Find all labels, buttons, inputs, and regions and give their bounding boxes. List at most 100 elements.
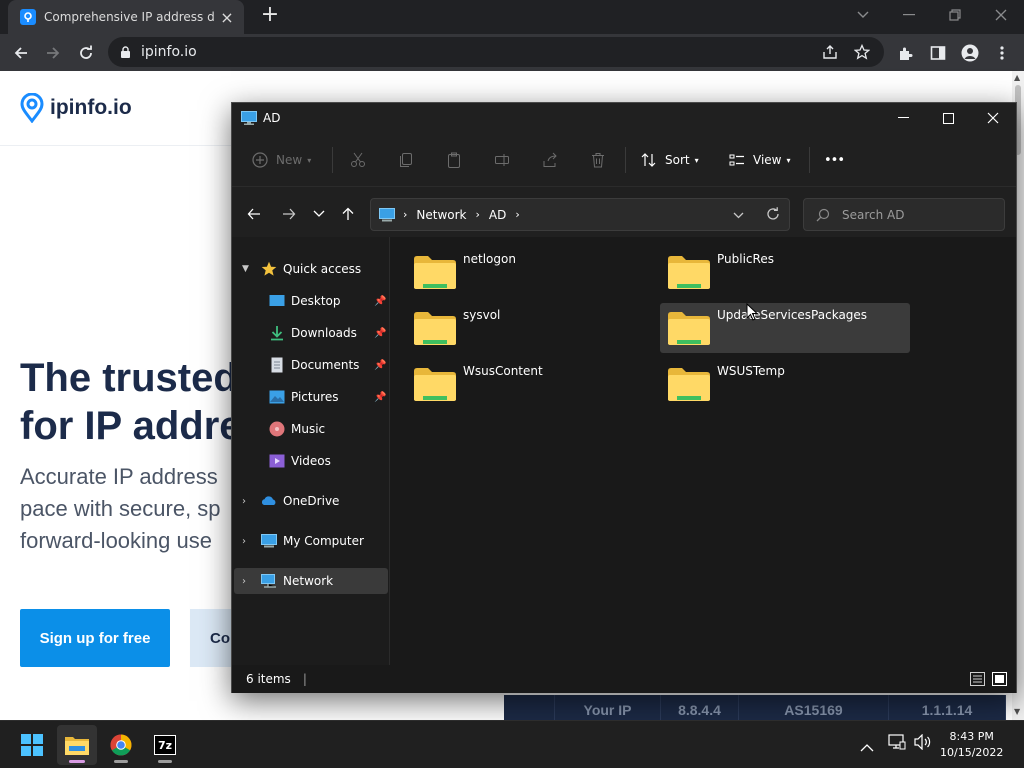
new-label: New bbox=[276, 153, 303, 167]
explorer-search-box[interactable]: Search AD bbox=[803, 198, 1005, 231]
music-icon bbox=[269, 421, 285, 437]
explorer-title-bar[interactable]: AD bbox=[232, 103, 1016, 133]
start-button[interactable] bbox=[12, 725, 52, 765]
tab-search-icon[interactable] bbox=[840, 0, 886, 30]
explorer-address-bar[interactable]: › Network › AD › bbox=[370, 198, 790, 231]
details-view-icon[interactable] bbox=[970, 672, 985, 689]
folder-name: PublicRes bbox=[717, 252, 774, 266]
minimize-browser-icon[interactable] bbox=[886, 0, 932, 30]
view-label: View bbox=[753, 153, 782, 167]
show-hidden-icons-button[interactable] bbox=[860, 737, 874, 756]
folder-icon bbox=[414, 368, 456, 401]
nav-music[interactable]: Music bbox=[234, 416, 388, 442]
network-icon bbox=[261, 574, 276, 588]
nav-quick-access[interactable]: ▼ Quick access bbox=[234, 256, 388, 282]
hero-line-2: for IP addre bbox=[20, 404, 242, 448]
explorer-forward-button[interactable] bbox=[276, 201, 302, 227]
forward-button[interactable] bbox=[40, 40, 66, 66]
sort-button[interactable]: Sort ▾ bbox=[641, 145, 699, 175]
nav-videos[interactable]: Videos bbox=[234, 448, 388, 474]
star-icon bbox=[261, 261, 277, 276]
scroll-down-icon[interactable]: ▼ bbox=[1014, 707, 1020, 716]
paste-button[interactable] bbox=[446, 145, 462, 175]
nav-label: Videos bbox=[291, 454, 331, 468]
subtext-line-3: forward-looking use bbox=[20, 528, 212, 553]
chevron-right-icon: › bbox=[242, 575, 246, 587]
recent-locations-button[interactable] bbox=[306, 201, 332, 227]
close-browser-icon[interactable] bbox=[978, 0, 1024, 30]
subtext-line-1: Accurate IP address bbox=[20, 464, 218, 489]
cut-button[interactable] bbox=[350, 145, 366, 175]
nav-label: Downloads bbox=[291, 326, 357, 340]
nav-documents[interactable]: Documents 📌 bbox=[234, 352, 388, 378]
new-tab-button[interactable]: + bbox=[258, 4, 282, 28]
folder-item[interactable]: WSUSTemp bbox=[660, 359, 910, 409]
new-button[interactable]: New ▾ bbox=[252, 145, 311, 175]
folder-item[interactable]: netlogon bbox=[406, 247, 656, 297]
computer-icon bbox=[261, 534, 277, 548]
nav-network[interactable]: › Network bbox=[234, 568, 388, 594]
file-explorer-taskbar-button[interactable] bbox=[57, 725, 97, 765]
folder-item[interactable]: sysvol bbox=[406, 303, 656, 353]
chrome-menu-icon[interactable] bbox=[989, 40, 1015, 66]
ipinfo-logo[interactable]: ipinfo.io bbox=[20, 93, 132, 123]
up-folder-button[interactable] bbox=[335, 201, 361, 227]
nav-onedrive[interactable]: › OneDrive bbox=[234, 488, 388, 514]
breadcrumb-ad[interactable]: AD bbox=[489, 208, 506, 222]
back-button[interactable] bbox=[8, 40, 34, 66]
share-icon bbox=[543, 152, 557, 167]
maximize-explorer-icon[interactable] bbox=[925, 103, 971, 133]
address-bar[interactable]: ipinfo.io bbox=[108, 37, 884, 67]
browser-tab[interactable]: Comprehensive IP address data, I × bbox=[8, 0, 244, 34]
folder-item-hovered[interactable]: UpdateServicesPackages bbox=[660, 303, 910, 353]
refresh-icon[interactable] bbox=[766, 207, 780, 224]
more-options-button[interactable]: ••• bbox=[824, 145, 845, 175]
nav-label: Quick access bbox=[283, 262, 362, 276]
restore-browser-icon[interactable] bbox=[932, 0, 978, 30]
minimize-explorer-icon[interactable] bbox=[880, 103, 926, 133]
nav-my-computer[interactable]: › My Computer bbox=[234, 528, 388, 554]
explorer-back-button[interactable] bbox=[241, 201, 267, 227]
rename-button[interactable] bbox=[494, 145, 510, 175]
copy-button[interactable] bbox=[398, 145, 414, 175]
breadcrumb-network[interactable]: Network bbox=[416, 208, 466, 222]
chevron-down-icon: ▾ bbox=[786, 155, 791, 165]
folder-item[interactable]: PublicRes bbox=[660, 247, 910, 297]
sign-up-button[interactable]: Sign up for free bbox=[20, 609, 170, 667]
clock-date: 10/15/2022 bbox=[940, 746, 1004, 759]
item-count: 6 items bbox=[246, 672, 291, 686]
delete-button[interactable] bbox=[590, 145, 606, 175]
system-clock[interactable]: 8:43 PM 10/15/2022 bbox=[940, 729, 1003, 761]
close-explorer-icon[interactable] bbox=[970, 103, 1016, 133]
file-explorer-icon bbox=[65, 737, 89, 755]
7zip-taskbar-button[interactable]: 7z bbox=[145, 725, 185, 765]
nav-pictures[interactable]: Pictures 📌 bbox=[234, 384, 388, 410]
view-button[interactable]: View ▾ bbox=[729, 145, 791, 175]
extensions-icon[interactable] bbox=[893, 40, 919, 66]
address-history-icon[interactable] bbox=[733, 208, 744, 222]
chrome-taskbar-button[interactable] bbox=[101, 725, 141, 765]
reload-button[interactable] bbox=[73, 40, 99, 66]
close-tab-icon[interactable]: × bbox=[218, 8, 236, 27]
logo-text: ipinfo.io bbox=[50, 96, 132, 119]
volume-icon[interactable] bbox=[914, 733, 932, 754]
share-button[interactable] bbox=[542, 145, 558, 175]
nav-desktop[interactable]: Desktop 📌 bbox=[234, 288, 388, 314]
pin-icon: 📌 bbox=[374, 295, 387, 307]
bookmark-star-icon[interactable] bbox=[852, 42, 872, 62]
profile-icon[interactable] bbox=[957, 40, 983, 66]
nav-downloads[interactable]: Downloads 📌 bbox=[234, 320, 388, 346]
share-icon[interactable] bbox=[820, 42, 840, 62]
plus-circle-icon bbox=[252, 152, 268, 168]
network-status-icon[interactable] bbox=[888, 734, 906, 754]
side-panel-icon[interactable] bbox=[925, 40, 951, 66]
chevron-right-icon: › bbox=[242, 495, 246, 507]
lock-icon bbox=[121, 46, 130, 58]
folder-item[interactable]: WsusContent bbox=[406, 359, 656, 409]
pin-icon: 📌 bbox=[374, 391, 387, 403]
chevron-down-icon: ▼ bbox=[242, 264, 249, 274]
7zip-icon-text: 7z bbox=[155, 736, 175, 754]
tiles-view-icon[interactable] bbox=[992, 672, 1007, 689]
ip-cell-ip: 8.8.4.4 bbox=[660, 695, 738, 720]
scroll-up-icon[interactable]: ▲ bbox=[1014, 73, 1020, 82]
